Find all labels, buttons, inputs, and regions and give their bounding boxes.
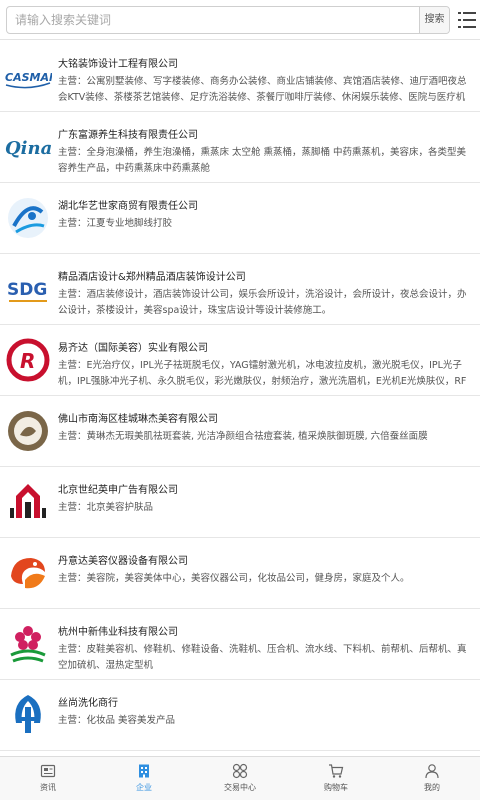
company-name[interactable]: 佛山市南海区桂城琳杰美容有限公司: [58, 410, 472, 425]
list-item[interactable]: 杭州中新伟业科技有限公司 主营：皮鞋美容机、修鞋机、修鞋设备、洗鞋机、压合机、流…: [0, 609, 480, 680]
linjie-logo-icon: [4, 406, 52, 456]
list-item[interactable]: R 易齐达（国际美容）实业有限公司 主营：E光治疗仪，IPL光子祛斑脱毛仪，YA…: [0, 325, 480, 396]
svg-text:SDG: SDG: [7, 280, 47, 300]
qinai-logo-icon: Qinai: [4, 122, 52, 172]
company-desc: 主营：酒店装修设计，酒店装饰设计公司，娱乐会所设计，洗浴设计，会所设计，夜总会设…: [58, 289, 467, 316]
company-name[interactable]: 精品酒店设计&郑州精品酒店装饰设计公司: [58, 268, 472, 283]
cart-icon: [329, 764, 344, 778]
search-button[interactable]: 搜索: [419, 7, 449, 33]
danyida-logo-icon: [4, 548, 52, 598]
list-item[interactable]: 湖北华艺世家商贸有限责任公司 主营：江夏专业地脚线打胶: [0, 183, 480, 254]
company-desc: 主营：全身泡澡桶，养生泡澡桶，熏蒸床 太空舱 熏蒸桶，蒸脚桶 中药熏蒸机，美容床…: [58, 147, 467, 174]
company-name[interactable]: 广东富源养生科技有限责任公司: [58, 126, 472, 141]
list-item[interactable]: 北京世纪英申广告有限公司 主营：北京美容护肤品: [0, 467, 480, 538]
list-item[interactable]: 丹意达美容仪器设备有限公司 主营：美容院，美容美体中心，美容仪器公司，化妆品公司…: [0, 538, 480, 609]
search-input[interactable]: [7, 7, 421, 33]
sishang-logo-icon: [4, 690, 52, 740]
building-icon: [139, 764, 149, 778]
tab-label: 资讯: [40, 783, 56, 792]
sdg-logo-icon: SDG: [4, 264, 52, 314]
list-item[interactable]: Qinai 广东富源养生科技有限责任公司 主营：全身泡澡桶，养生泡澡桶，熏蒸床 …: [0, 112, 480, 183]
svg-text:Qinai: Qinai: [5, 138, 52, 159]
huayi-logo-icon: [4, 193, 52, 243]
company-name[interactable]: 丹意达美容仪器设备有限公司: [58, 552, 472, 567]
company-desc: 主营：黄琳杰无瑕美肌祛斑套装, 光洁净颜组合祛痘套装, 植采焕肤御斑膜, 六倍蚕…: [58, 431, 428, 442]
user-icon: [425, 764, 439, 779]
list-item[interactable]: CASMAN 大铭装饰设计工程有限公司 主营：公寓别墅装修、写字楼装修、商务办公…: [0, 41, 480, 112]
casman-logo-icon: CASMAN: [4, 51, 52, 101]
svg-text:CASMAN: CASMAN: [5, 71, 52, 84]
company-list: CASMAN 大铭装饰设计工程有限公司 主营：公寓别墅装修、写字楼装修、商务办公…: [0, 41, 480, 751]
company-desc: 主营：化妆品 美容美发产品: [58, 715, 176, 726]
grid-icon: [232, 763, 248, 779]
search-header: 搜索: [0, 0, 480, 40]
tab-enterprise[interactable]: 企业: [96, 757, 192, 800]
zhongxin-logo-icon: [4, 619, 52, 669]
tab-label: 我的: [424, 783, 440, 792]
news-icon: [40, 764, 56, 778]
company-name[interactable]: 易齐达（国际美容）实业有限公司: [58, 339, 472, 354]
menu-icon[interactable]: [458, 10, 476, 30]
company-desc: 主营：江夏专业地脚线打胶: [58, 218, 173, 229]
tab-mine[interactable]: 我的: [384, 757, 480, 800]
company-name[interactable]: 杭州中新伟业科技有限公司: [58, 623, 472, 638]
company-desc: 主营：皮鞋美容机、修鞋机、修鞋设备、洗鞋机、压合机、流水线、下料机、前帮机、后帮…: [58, 644, 467, 671]
tab-label: 购物车: [324, 783, 348, 792]
company-name[interactable]: 大铭装饰设计工程有限公司: [58, 55, 472, 70]
company-desc: 主营：美容院，美容美体中心，美容仪器公司，化妆品公司，健身房，家庭及个人。: [58, 573, 410, 584]
bottom-tab-bar: 资讯 企业 交易中心 购物车 我的: [0, 756, 480, 800]
list-item[interactable]: 佛山市南海区桂城琳杰美容有限公司 主营：黄琳杰无瑕美肌祛斑套装, 光洁净颜组合祛…: [0, 396, 480, 467]
company-name[interactable]: 丝尚洗化商行: [58, 694, 472, 709]
search-box: 搜索: [6, 6, 450, 34]
tab-trade-center[interactable]: 交易中心: [192, 757, 288, 800]
tab-news[interactable]: 资讯: [0, 757, 96, 800]
list-item[interactable]: 丝尚洗化商行 主营：化妆品 美容美发产品: [0, 680, 480, 751]
tab-label: 企业: [136, 783, 152, 792]
list-item[interactable]: SDG 精品酒店设计&郑州精品酒店装饰设计公司 主营：酒店装修设计，酒店装饰设计…: [0, 254, 480, 325]
company-name[interactable]: 湖北华艺世家商贸有限责任公司: [58, 197, 472, 212]
company-desc: 主营：公寓别墅装修、写字楼装修、商务办公装修、商业店铺装修、宾馆酒店装修、迪厅酒…: [58, 76, 467, 103]
svg-text:R: R: [20, 349, 35, 373]
tab-label: 交易中心: [224, 783, 256, 792]
tab-cart[interactable]: 购物车: [288, 757, 384, 800]
company-desc: 主营：北京美容护肤品: [58, 502, 154, 513]
company-desc: 主营：E光治疗仪，IPL光子祛斑脱毛仪，YAG镭射激光机，冰电波拉皮机，激光脱毛…: [58, 360, 467, 387]
yiqida-logo-icon: R: [4, 335, 52, 385]
company-name[interactable]: 北京世纪英申广告有限公司: [58, 481, 472, 496]
yingshen-logo-icon: [4, 477, 52, 527]
